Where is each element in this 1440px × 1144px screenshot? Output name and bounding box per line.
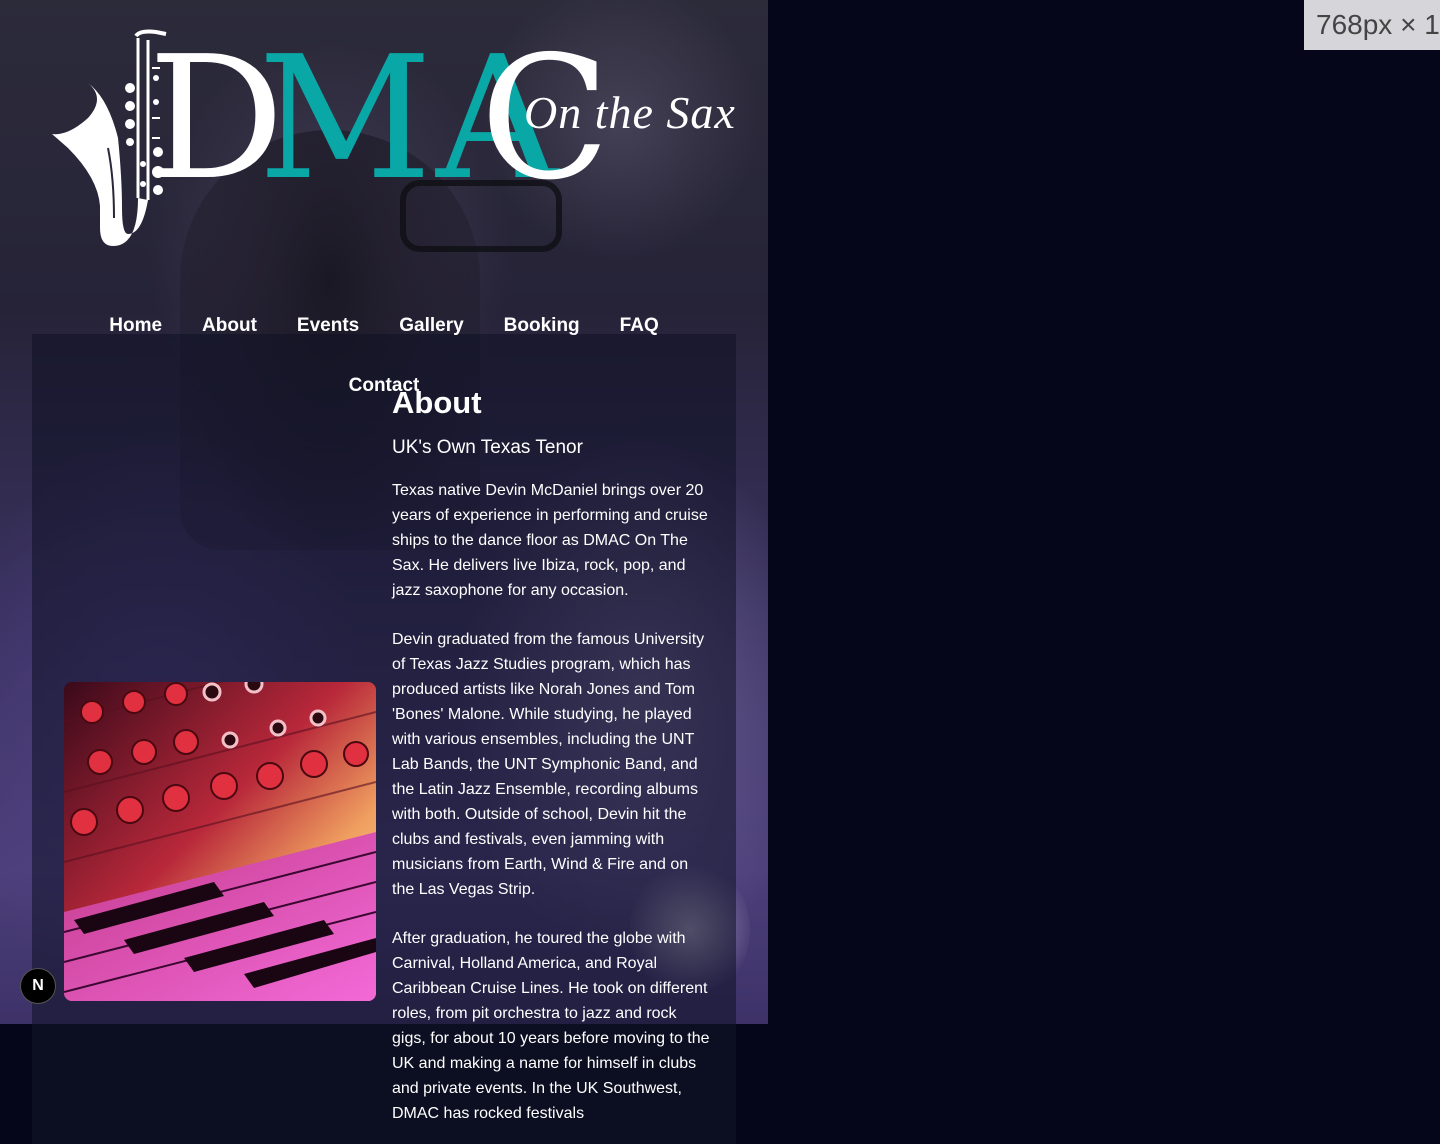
- synthesizer-photo: [64, 682, 376, 1001]
- about-subheading: UK's Own Texas Tenor: [392, 437, 583, 458]
- main-nav: Home About Events Gallery Booking FAQ Co…: [0, 315, 768, 397]
- synthesizer-image: [64, 682, 376, 1001]
- nav-about[interactable]: About: [202, 315, 257, 347]
- about-paragraph: Devin graduated from the famous Universi…: [392, 631, 705, 898]
- about-paragraph: After graduation, he toured the globe wi…: [392, 930, 710, 1122]
- nav-home[interactable]: Home: [109, 315, 162, 347]
- logo-tagline: On the Sax: [524, 87, 736, 138]
- about-text-column: About UK's Own Texas Tenor Texas native …: [392, 384, 712, 1126]
- nav-contact[interactable]: Contact: [349, 375, 420, 397]
- nav-row: Home About Events Gallery Booking FAQ: [0, 315, 768, 347]
- site-logo[interactable]: D MA C On the Sax: [48, 28, 738, 253]
- about-paragraph: Texas native Devin McDaniel brings over …: [392, 482, 708, 599]
- nav-row-2: Contact: [0, 375, 768, 397]
- nav-faq[interactable]: FAQ: [620, 315, 659, 347]
- nav-events[interactable]: Events: [297, 315, 359, 347]
- viewport-size-indicator: 768px × 1: [1304, 0, 1440, 50]
- nextjs-dev-badge[interactable]: N: [20, 968, 56, 1004]
- nav-gallery[interactable]: Gallery: [399, 315, 463, 347]
- nav-booking[interactable]: Booking: [504, 315, 580, 347]
